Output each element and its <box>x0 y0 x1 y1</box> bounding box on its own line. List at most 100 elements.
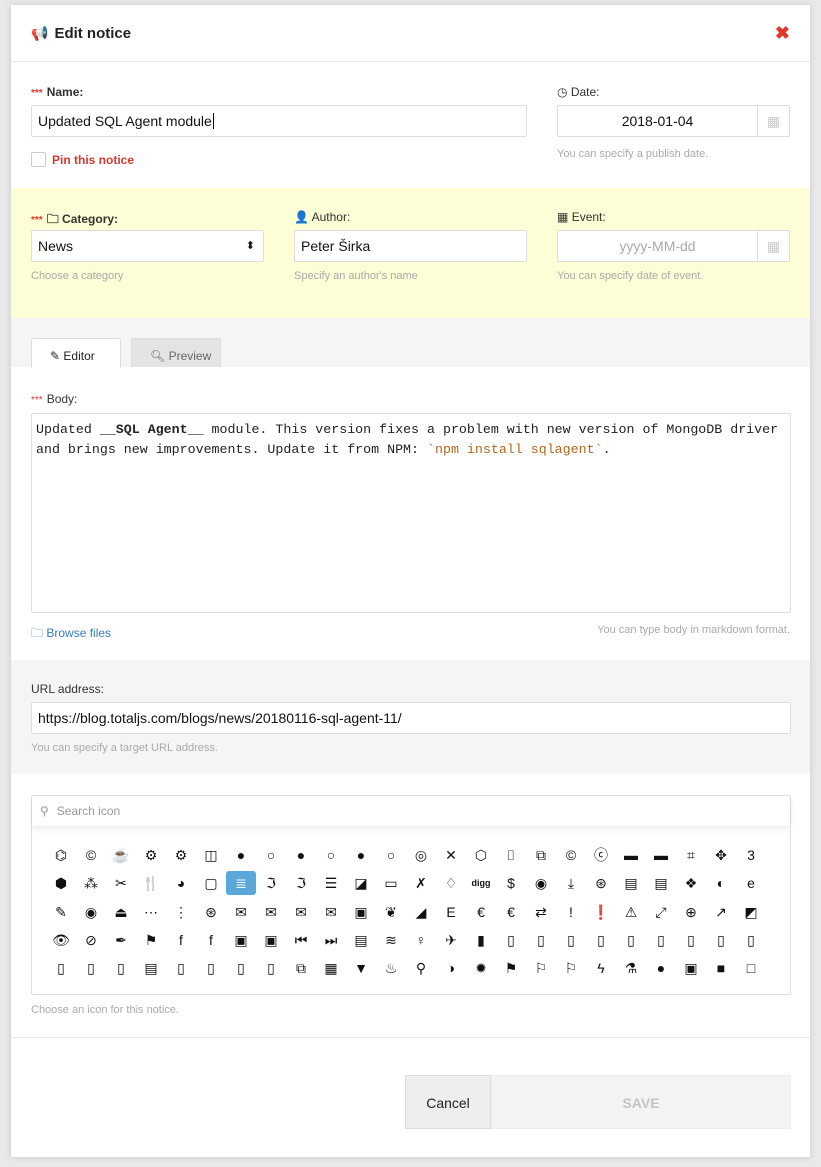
icon-option[interactable]: ❗ <box>586 900 616 924</box>
icon-option[interactable]: © <box>556 843 586 867</box>
icon-option[interactable]: f <box>166 928 196 952</box>
icon-option[interactable]: ⚙ <box>136 843 166 867</box>
icon-option[interactable]: ⧉ <box>286 956 316 980</box>
url-input[interactable]: https://blog.totaljs.com/blogs/news/2018… <box>31 702 791 734</box>
icon-option[interactable]: ⚑ <box>136 928 166 952</box>
icon-option[interactable]: ○ <box>316 843 346 867</box>
icon-option[interactable]: ◩ <box>736 900 766 924</box>
icon-option[interactable]: ⊛ <box>196 900 226 924</box>
icon-option[interactable]: ⬡ <box>466 843 496 867</box>
icon-option[interactable]: 👁 <box>46 928 76 952</box>
icon-option[interactable]: ▤ <box>136 956 166 980</box>
icon-option[interactable]: ⚗ <box>616 956 646 980</box>
icon-option[interactable]: ▯ <box>196 956 226 980</box>
icon-option[interactable]: ◎ <box>406 843 436 867</box>
icon-option[interactable]: ▯ <box>706 928 736 952</box>
icon-option[interactable]: ○ <box>256 843 286 867</box>
icon-option[interactable]: ⓒ <box>586 843 616 867</box>
icon-option[interactable]: ▯ <box>46 956 76 980</box>
icon-option[interactable]: ◕ <box>166 871 196 895</box>
icon-option[interactable]: ▯ <box>226 956 256 980</box>
icon-option[interactable]: ✈ <box>436 928 466 952</box>
icon-option[interactable]: E <box>436 900 466 924</box>
icon-option[interactable]: ▯ <box>76 956 106 980</box>
icon-option[interactable]: ⌬ <box>46 843 76 867</box>
icon-option[interactable]: ℑ <box>256 871 286 895</box>
icon-option[interactable]: ✂ <box>106 871 136 895</box>
icon-option[interactable]: ▯ <box>736 928 766 952</box>
icon-option[interactable]: ♀ <box>406 928 436 952</box>
icon-option[interactable]: ❦ <box>376 900 406 924</box>
icon-option[interactable]: ☰ <box>316 871 346 895</box>
icon-option[interactable]: ▯ <box>676 928 706 952</box>
icon-option[interactable]: ✉ <box>286 900 316 924</box>
icon-option[interactable]: $ <box>496 871 526 895</box>
icon-option[interactable]: ⊕ <box>676 900 706 924</box>
icon-option[interactable]: ▯ <box>496 928 526 952</box>
icon-option[interactable]: ⋯ <box>136 900 166 924</box>
icon-grid[interactable]: ⌬ © ☕ ⚙ ⚙ ◫ ● ○ ● ○ ● ○ ◎ ✕ ⬡ ⌷ ⧉ © ⓒ ▬ ▬ ⌗ ✥ 3 ⬢ ⁂ ✂ 🍴 ◕ ▢ ≣ ℑ ℑ ☰ ◪ ▭ ✗ ♢ di… <box>46 841 786 993</box>
icon-option[interactable]: ♨ <box>376 956 406 980</box>
icon-option[interactable]: ≋ <box>376 928 406 952</box>
icon-option[interactable]: ⊛ <box>586 871 616 895</box>
icon-option[interactable]: ◢ <box>406 900 436 924</box>
icon-option[interactable]: ▦ <box>316 956 346 980</box>
icon-option[interactable]: ▯ <box>556 928 586 952</box>
icon-option[interactable]: ❖ <box>676 871 706 895</box>
icon-option[interactable]: ▯ <box>646 928 676 952</box>
icon-option[interactable]: ☕ <box>106 843 136 867</box>
icon-option[interactable]: e <box>736 871 766 895</box>
category-select[interactable]: News ⬍ <box>31 230 264 262</box>
icon-option[interactable]: ⚐ <box>556 956 586 980</box>
icon-option[interactable]: ◉ <box>76 900 106 924</box>
icon-search-input[interactable]: ⚲ Search icon <box>32 796 790 827</box>
icon-option[interactable]: ! <box>556 900 586 924</box>
icon-option[interactable]: ○ <box>376 843 406 867</box>
icon-option[interactable]: ↗ <box>706 900 736 924</box>
icon-option[interactable]: ✉ <box>316 900 346 924</box>
icon-option[interactable]: ● <box>286 843 316 867</box>
icon-option[interactable]: ⌷ <box>496 843 526 867</box>
icon-option[interactable]: € <box>496 900 526 924</box>
icon-option[interactable]: ◪ <box>346 871 376 895</box>
icon-option[interactable]: ● <box>646 956 676 980</box>
icon-option[interactable]: ▢ <box>196 871 226 895</box>
icon-option[interactable]: ϟ <box>586 956 616 980</box>
save-button[interactable]: SAVE <box>491 1075 791 1129</box>
icon-option[interactable]: ⬢ <box>46 871 76 895</box>
icon-option[interactable]: ✉ <box>256 900 286 924</box>
icon-option[interactable]: ◐ <box>706 871 736 895</box>
browse-files-link[interactable]: 🗀 Browse files <box>31 624 111 645</box>
icon-option[interactable]: ⚑ <box>496 956 526 980</box>
icon-option[interactable]: ▯ <box>256 956 286 980</box>
database-icon[interactable]: ≣ <box>226 871 256 896</box>
icon-option[interactable]: ✗ <box>406 871 436 895</box>
icon-option[interactable]: ▣ <box>226 928 256 952</box>
checkbox[interactable] <box>31 152 46 167</box>
icon-option[interactable]: ⧉ <box>526 843 556 867</box>
icon-option[interactable]: ● <box>226 843 256 867</box>
tab-editor[interactable]: ✎ Editor <box>31 338 121 368</box>
icon-option[interactable]: ⏮ <box>286 928 316 952</box>
icon-option[interactable]: ● <box>346 843 376 867</box>
icon-option[interactable]: 🍴 <box>136 871 166 895</box>
icon-option[interactable]: ▯ <box>616 928 646 952</box>
body-textarea[interactable]: Updated __SQL Agent__ module. This versi… <box>31 413 791 613</box>
event-input[interactable]: yyyy-MM-dd ▦ <box>557 230 790 262</box>
cancel-button[interactable]: Cancel <box>405 1075 491 1129</box>
icon-option[interactable]: ⚐ <box>526 956 556 980</box>
icon-option[interactable]: ▤ <box>346 928 376 952</box>
author-input[interactable]: Peter Širka <box>294 230 527 262</box>
icon-option[interactable]: ▤ <box>616 871 646 895</box>
icon-option[interactable]: □ <box>736 956 766 980</box>
icon-option[interactable]: ▭ <box>376 871 406 895</box>
icon-option[interactable]: ▯ <box>106 956 136 980</box>
icon-option[interactable]: ✹ <box>466 956 496 980</box>
calendar-icon[interactable]: ▦ <box>757 231 789 261</box>
close-icon[interactable]: ✖ <box>775 23 790 44</box>
icon-option[interactable]: ✉ <box>226 900 256 924</box>
icon-option[interactable]: 3 <box>736 843 766 867</box>
icon-option[interactable]: © <box>76 843 106 867</box>
icon-option[interactable]: ⤢ <box>646 900 676 924</box>
icon-option[interactable]: ▮ <box>466 928 496 952</box>
